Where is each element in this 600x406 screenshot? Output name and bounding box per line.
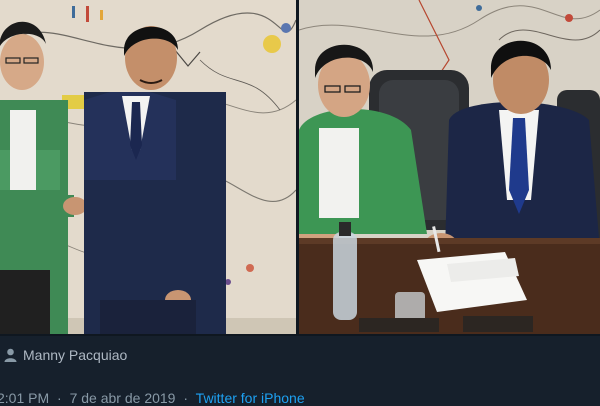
meta-separator: · [57,390,62,406]
tweet-source-link[interactable]: Twitter for iPhone [196,390,305,406]
tweet-date[interactable]: 7 de abr de 2019 [70,390,176,406]
tweet-media-grid [0,0,600,336]
signing-photo-image [299,0,600,334]
person-icon [4,348,17,362]
tagged-user-name: Manny Pacquiao [23,347,128,363]
tweet-photo-handshake[interactable] [0,0,296,334]
tweet-meta: 2:01 PM · 7 de abr de 2019 · Twitter for… [0,390,305,406]
handshake-photo-image [0,0,296,334]
tweet-photo-signing[interactable] [299,0,600,334]
media-tagged-user[interactable]: Manny Pacquiao [4,345,127,365]
meta-separator-2: · [183,390,189,406]
tweet-time[interactable]: 2:01 PM [0,390,49,406]
